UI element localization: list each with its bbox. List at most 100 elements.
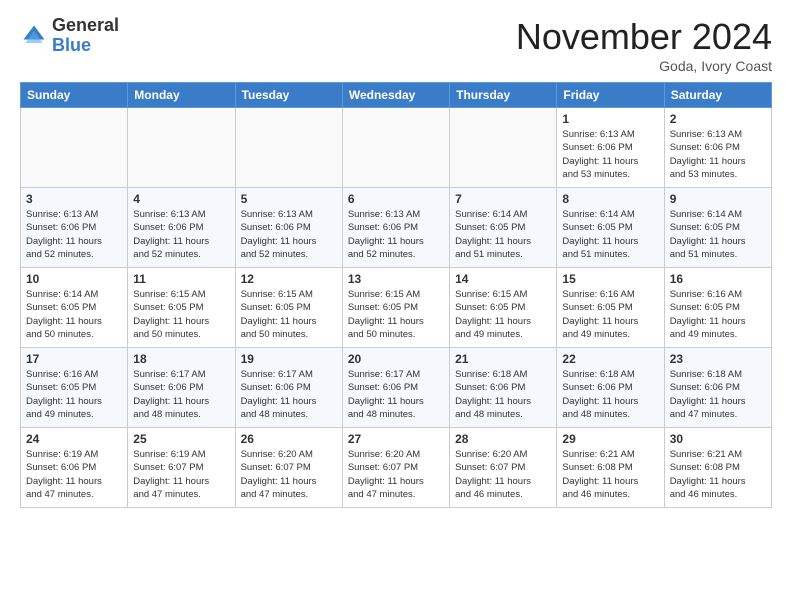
day-info: Sunrise: 6:13 AM Sunset: 6:06 PM Dayligh… <box>348 208 444 261</box>
day-info: Sunrise: 6:20 AM Sunset: 6:07 PM Dayligh… <box>241 448 337 501</box>
day-info: Sunrise: 6:17 AM Sunset: 6:06 PM Dayligh… <box>348 368 444 421</box>
calendar-cell: 11 Sunrise: 6:15 AM Sunset: 6:05 PM Dayli… <box>128 268 235 348</box>
day-info: Sunrise: 6:17 AM Sunset: 6:06 PM Dayligh… <box>241 368 337 421</box>
calendar-cell <box>342 108 449 188</box>
day-info: Sunrise: 6:13 AM Sunset: 6:06 PM Dayligh… <box>133 208 229 261</box>
day-info: Sunrise: 6:13 AM Sunset: 6:06 PM Dayligh… <box>670 128 766 181</box>
logo-text: General Blue <box>52 16 119 56</box>
location: Goda, Ivory Coast <box>516 58 772 74</box>
day-number: 19 <box>241 352 337 366</box>
day-number: 27 <box>348 432 444 446</box>
weekday-header-row: SundayMondayTuesdayWednesdayThursdayFrid… <box>21 83 772 108</box>
day-number: 21 <box>455 352 551 366</box>
title-block: November 2024 Goda, Ivory Coast <box>516 16 772 74</box>
day-number: 28 <box>455 432 551 446</box>
calendar-cell: 27 Sunrise: 6:20 AM Sunset: 6:07 PM Dayli… <box>342 428 449 508</box>
week-row-2: 10 Sunrise: 6:14 AM Sunset: 6:05 PM Dayli… <box>21 268 772 348</box>
day-number: 25 <box>133 432 229 446</box>
day-number: 26 <box>241 432 337 446</box>
logo-icon <box>20 22 48 50</box>
day-info: Sunrise: 6:14 AM Sunset: 6:05 PM Dayligh… <box>26 288 122 341</box>
calendar-cell: 22 Sunrise: 6:18 AM Sunset: 6:06 PM Dayli… <box>557 348 664 428</box>
day-number: 20 <box>348 352 444 366</box>
day-number: 15 <box>562 272 658 286</box>
calendar-cell: 12Sunrise: 6:15 AM Sunset: 6:05 PM Dayli… <box>235 268 342 348</box>
calendar-cell: 2Sunrise: 6:13 AM Sunset: 6:06 PM Daylig… <box>664 108 771 188</box>
calendar-cell: 9 Sunrise: 6:14 AM Sunset: 6:05 PM Daylig… <box>664 188 771 268</box>
day-number: 6 <box>348 192 444 206</box>
week-row-4: 24 Sunrise: 6:19 AM Sunset: 6:06 PM Dayli… <box>21 428 772 508</box>
day-number: 17 <box>26 352 122 366</box>
day-info: Sunrise: 6:18 AM Sunset: 6:06 PM Dayligh… <box>670 368 766 421</box>
day-number: 13 <box>348 272 444 286</box>
week-row-3: 17Sunrise: 6:16 AM Sunset: 6:05 PM Dayli… <box>21 348 772 428</box>
weekday-header-monday: Monday <box>128 83 235 108</box>
day-info: Sunrise: 6:19 AM Sunset: 6:06 PM Dayligh… <box>26 448 122 501</box>
calendar-cell: 3 Sunrise: 6:13 AM Sunset: 6:06 PM Daylig… <box>21 188 128 268</box>
day-info: Sunrise: 6:14 AM Sunset: 6:05 PM Dayligh… <box>670 208 766 261</box>
day-number: 9 <box>670 192 766 206</box>
day-info: Sunrise: 6:19 AM Sunset: 6:07 PM Dayligh… <box>133 448 229 501</box>
calendar-cell: 8 Sunrise: 6:14 AM Sunset: 6:05 PM Daylig… <box>557 188 664 268</box>
weekday-header-thursday: Thursday <box>450 83 557 108</box>
logo-blue-text: Blue <box>52 36 119 56</box>
day-number: 5 <box>241 192 337 206</box>
day-number: 16 <box>670 272 766 286</box>
day-info: Sunrise: 6:15 AM Sunset: 6:05 PM Dayligh… <box>241 288 337 341</box>
day-number: 3 <box>26 192 122 206</box>
calendar-cell: 21Sunrise: 6:18 AM Sunset: 6:06 PM Dayli… <box>450 348 557 428</box>
day-info: Sunrise: 6:13 AM Sunset: 6:06 PM Dayligh… <box>241 208 337 261</box>
day-info: Sunrise: 6:21 AM Sunset: 6:08 PM Dayligh… <box>562 448 658 501</box>
day-number: 23 <box>670 352 766 366</box>
day-info: Sunrise: 6:13 AM Sunset: 6:06 PM Dayligh… <box>26 208 122 261</box>
calendar-cell: 7 Sunrise: 6:14 AM Sunset: 6:05 PM Daylig… <box>450 188 557 268</box>
day-info: Sunrise: 6:17 AM Sunset: 6:06 PM Dayligh… <box>133 368 229 421</box>
day-number: 24 <box>26 432 122 446</box>
day-info: Sunrise: 6:21 AM Sunset: 6:08 PM Dayligh… <box>670 448 766 501</box>
day-info: Sunrise: 6:18 AM Sunset: 6:06 PM Dayligh… <box>562 368 658 421</box>
day-info: Sunrise: 6:13 AM Sunset: 6:06 PM Dayligh… <box>562 128 658 181</box>
day-number: 10 <box>26 272 122 286</box>
weekday-header-friday: Friday <box>557 83 664 108</box>
calendar-cell: 16 Sunrise: 6:16 AM Sunset: 6:05 PM Dayli… <box>664 268 771 348</box>
day-info: Sunrise: 6:14 AM Sunset: 6:05 PM Dayligh… <box>455 208 551 261</box>
calendar-cell: 28Sunrise: 6:20 AM Sunset: 6:07 PM Dayli… <box>450 428 557 508</box>
logo-general-text: General <box>52 16 119 36</box>
calendar-cell: 1 Sunrise: 6:13 AM Sunset: 6:06 PM Daylig… <box>557 108 664 188</box>
day-number: 22 <box>562 352 658 366</box>
calendar-cell: 23 Sunrise: 6:18 AM Sunset: 6:06 PM Dayli… <box>664 348 771 428</box>
calendar-cell: 24 Sunrise: 6:19 AM Sunset: 6:06 PM Dayli… <box>21 428 128 508</box>
header: General Blue November 2024 Goda, Ivory C… <box>20 16 772 74</box>
day-number: 8 <box>562 192 658 206</box>
day-number: 11 <box>133 272 229 286</box>
calendar-cell: 6 Sunrise: 6:13 AM Sunset: 6:06 PM Daylig… <box>342 188 449 268</box>
calendar-cell: 19 Sunrise: 6:17 AM Sunset: 6:06 PM Dayli… <box>235 348 342 428</box>
day-info: Sunrise: 6:15 AM Sunset: 6:05 PM Dayligh… <box>455 288 551 341</box>
page: General Blue November 2024 Goda, Ivory C… <box>0 0 792 528</box>
calendar-cell: 26 Sunrise: 6:20 AM Sunset: 6:07 PM Dayli… <box>235 428 342 508</box>
month-title: November 2024 <box>516 16 772 58</box>
calendar-cell: 17Sunrise: 6:16 AM Sunset: 6:05 PM Dayli… <box>21 348 128 428</box>
week-row-1: 3 Sunrise: 6:13 AM Sunset: 6:06 PM Daylig… <box>21 188 772 268</box>
week-row-0: 1 Sunrise: 6:13 AM Sunset: 6:06 PM Daylig… <box>21 108 772 188</box>
weekday-header-saturday: Saturday <box>664 83 771 108</box>
day-number: 7 <box>455 192 551 206</box>
day-info: Sunrise: 6:14 AM Sunset: 6:05 PM Dayligh… <box>562 208 658 261</box>
calendar-table: SundayMondayTuesdayWednesdayThursdayFrid… <box>20 82 772 508</box>
weekday-header-tuesday: Tuesday <box>235 83 342 108</box>
day-info: Sunrise: 6:15 AM Sunset: 6:05 PM Dayligh… <box>133 288 229 341</box>
calendar-cell: 15Sunrise: 6:16 AM Sunset: 6:05 PM Dayli… <box>557 268 664 348</box>
calendar-cell: 20 Sunrise: 6:17 AM Sunset: 6:06 PM Dayli… <box>342 348 449 428</box>
weekday-header-wednesday: Wednesday <box>342 83 449 108</box>
calendar-cell: 25 Sunrise: 6:19 AM Sunset: 6:07 PM Dayli… <box>128 428 235 508</box>
day-number: 1 <box>562 112 658 126</box>
day-info: Sunrise: 6:20 AM Sunset: 6:07 PM Dayligh… <box>348 448 444 501</box>
calendar-cell: 10 Sunrise: 6:14 AM Sunset: 6:05 PM Dayli… <box>21 268 128 348</box>
calendar-cell: 13 Sunrise: 6:15 AM Sunset: 6:05 PM Dayli… <box>342 268 449 348</box>
day-number: 18 <box>133 352 229 366</box>
day-number: 29 <box>562 432 658 446</box>
calendar-cell: 4Sunrise: 6:13 AM Sunset: 6:06 PM Daylig… <box>128 188 235 268</box>
calendar-cell <box>235 108 342 188</box>
day-info: Sunrise: 6:16 AM Sunset: 6:05 PM Dayligh… <box>670 288 766 341</box>
day-info: Sunrise: 6:15 AM Sunset: 6:05 PM Dayligh… <box>348 288 444 341</box>
